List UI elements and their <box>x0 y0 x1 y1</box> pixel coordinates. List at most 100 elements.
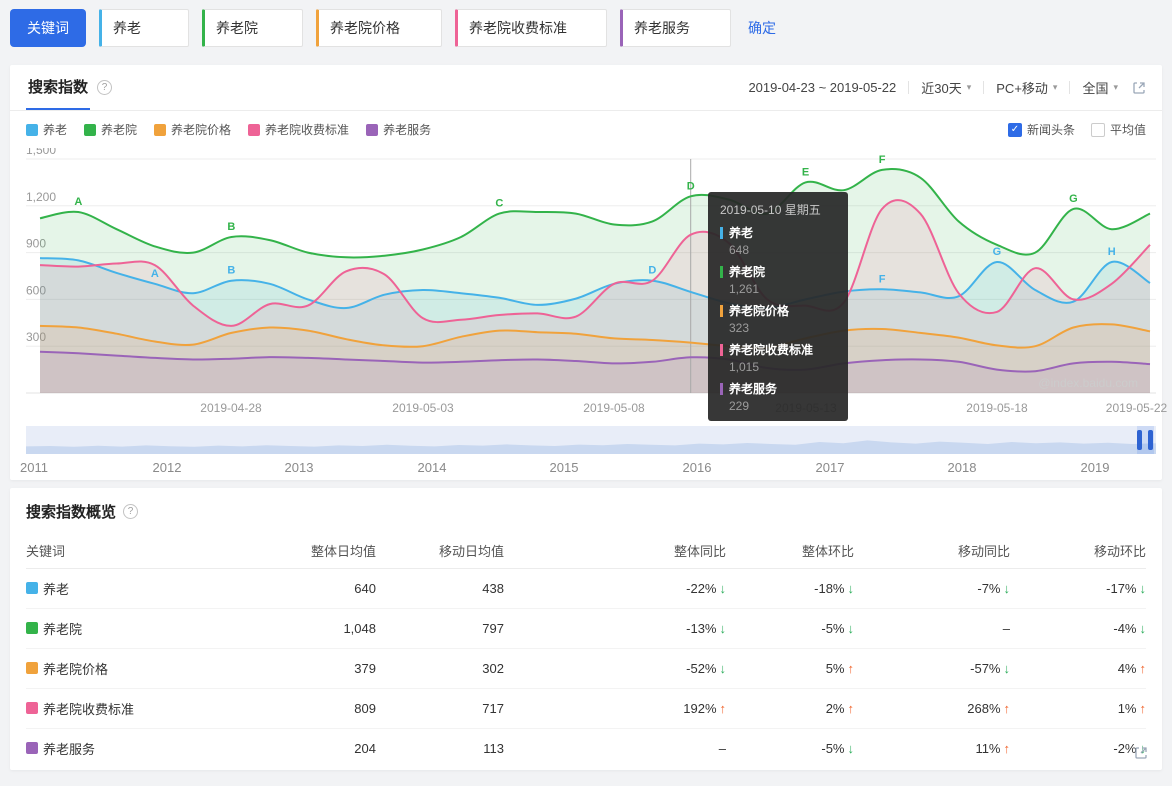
timeline-slider[interactable] <box>26 426 1156 454</box>
legend-label: 养老院 <box>101 123 138 137</box>
pct-cell-2: 5% ↑ <box>726 648 855 689</box>
table-header-row: 关键词 整体日均值 移动日均值 整体同比 整体环比 移动同比 移动环比 <box>26 534 1146 569</box>
help-icon[interactable]: ? <box>97 80 113 95</box>
pct-cell-2: -5% ↓ <box>726 728 854 768</box>
pct-empty: – <box>718 740 726 756</box>
legend-color-chip <box>84 123 97 136</box>
watermark: @index.baidu.com <box>1038 376 1138 390</box>
keyword-cell-inner: 养老院价格 <box>26 659 264 678</box>
mobile-avg-cell: 797 <box>376 608 504 649</box>
overall-avg-cell: 640 <box>264 568 376 609</box>
column-header-5: 整体环比 <box>726 534 854 569</box>
keyword-cell-inner: 养老院收费标准 <box>26 699 264 718</box>
timeline-year: 2018 <box>947 460 977 475</box>
down-arrow-icon: ↓ <box>847 580 855 596</box>
legend-item[interactable]: 养老院价格 <box>154 121 231 138</box>
chart-options: ✓ 新闻头条 平均值 <box>1007 121 1146 138</box>
checkbox-option[interactable]: ✓ 新闻头条 <box>1007 121 1075 138</box>
mobile-avg-cell: 302 <box>376 648 504 689</box>
device-dropdown[interactable]: PC+移动 ▾ <box>996 78 1057 97</box>
tooltip-color-bar <box>720 382 723 395</box>
keyword-cell: 养老院收费标准 <box>26 688 264 729</box>
keyword-input-5[interactable]: 养老服务 <box>620 9 731 47</box>
legend-item[interactable]: 养老服务 <box>366 121 431 138</box>
x-axis-label: 2019-05-18 <box>966 401 1028 415</box>
svg-text:A: A <box>74 196 82 208</box>
external-link-icon[interactable] <box>1132 81 1146 95</box>
legend-item[interactable]: 养老院 <box>84 121 137 138</box>
table-row[interactable]: 养老院价格 379 302 -52% ↓ 5% ↑ -57% ↓ 4% ↑ <box>26 648 1146 689</box>
pct-cell-4: 1% ↑ <box>1010 688 1146 729</box>
table-row[interactable]: 养老院收费标准 809 717 192% ↑ 2% ↑ 268% ↑ 1% ↑ <box>26 688 1146 729</box>
pct-value: 4% <box>1117 660 1137 676</box>
table-row[interactable]: 养老院 1,048 797 -13% ↓ -5% ↓ – -4% ↓ <box>26 608 1146 649</box>
table-title: 搜索指数概览 <box>26 503 117 521</box>
x-axis-label: 2019-05-08 <box>583 401 645 415</box>
tooltip-item: 养老院价格 323 <box>720 302 836 335</box>
region-dropdown[interactable]: 全国 ▾ <box>1082 78 1118 97</box>
legend-label: 养老院价格 <box>171 123 232 137</box>
column-header-6: 移动同比 <box>854 534 1010 569</box>
divider <box>1069 81 1071 94</box>
legend-item[interactable]: 养老院收费标准 <box>248 121 349 138</box>
svg-text:B: B <box>227 221 235 233</box>
chart-card-header: 搜索指数 ? 2019-04-23 ~ 2019-05-22 近30天 ▾ PC… <box>10 65 1162 111</box>
confirm-link[interactable]: 确定 <box>748 18 776 38</box>
slider-handle-right[interactable] <box>1148 430 1153 450</box>
tooltip-value: 323 <box>729 321 750 335</box>
overall-avg-cell: 809 <box>264 688 376 729</box>
svg-text:H: H <box>1108 246 1116 258</box>
tab-search-index[interactable]: 搜索指数 <box>26 65 91 110</box>
legend-color-chip <box>366 123 379 136</box>
column-header-7: 移动环比 <box>1010 534 1146 569</box>
tooltip-date: 2019-05-10 星期五 <box>720 203 821 217</box>
keyword-input-3[interactable]: 养老院价格 <box>316 9 442 47</box>
chart-controls: 2019-04-23 ~ 2019-05-22 近30天 ▾ PC+移动 ▾ 全… <box>748 78 1146 97</box>
down-arrow-icon: ↓ <box>1139 580 1147 596</box>
x-axis-label: 2019-05-03 <box>392 401 454 415</box>
svg-text:D: D <box>687 180 695 192</box>
keyword-name: 养老 <box>43 581 70 597</box>
checkbox-option[interactable]: 平均值 <box>1090 121 1146 138</box>
keyword-name: 养老院收费标准 <box>43 701 135 717</box>
pct-value: 268% <box>967 700 1001 716</box>
tooltip-keyword: 养老院 <box>720 263 836 280</box>
table-help-icon[interactable]: ? <box>123 503 139 519</box>
keyword-input-1[interactable]: 养老 <box>99 9 189 47</box>
pct-cell-2: 2% ↑ <box>726 688 855 729</box>
up-arrow-icon: ↑ <box>847 660 855 676</box>
keyword-input-2[interactable]: 养老院 <box>202 9 303 47</box>
checkbox-label: 平均值 <box>1109 123 1146 137</box>
table-row[interactable]: 养老服务 204 113– -5% ↓ 11% ↑ -2% ↓ <box>26 728 1146 768</box>
trend-chart[interactable]: 300 600 900 1,200 1,500 A B D F G H A B C D E F G 2019-05… <box>26 148 1156 421</box>
pct-value: -5% <box>821 620 845 636</box>
table-external-link-icon[interactable] <box>1134 746 1148 760</box>
divider <box>983 81 985 94</box>
checked-checkbox-icon[interactable]: ✓ <box>1007 122 1022 137</box>
legend-color-chip <box>248 123 261 136</box>
slider-handle-left[interactable] <box>1137 430 1142 450</box>
divider <box>908 81 910 94</box>
legend-label: 养老 <box>43 123 68 137</box>
svg-text:G: G <box>993 246 1002 258</box>
svg-text:G: G <box>1069 193 1078 205</box>
svg-text:A: A <box>151 268 159 280</box>
pct-cell-2: -5% ↓ <box>726 608 854 649</box>
down-arrow-icon: ↓ <box>1003 660 1011 676</box>
unchecked-checkbox-icon[interactable] <box>1090 122 1105 137</box>
up-arrow-icon: ↑ <box>847 700 855 716</box>
tooltip-keyword-name: 养老院收费标准 <box>729 343 814 357</box>
time-range-dropdown[interactable]: 近30天 ▾ <box>921 78 971 97</box>
x-axis-label: 2019-04-28 <box>200 401 262 415</box>
column-header-4: 整体同比 <box>504 534 726 569</box>
tooltip-value: 229 <box>729 399 750 413</box>
keyword-name: 养老院价格 <box>43 661 109 677</box>
legend-item[interactable]: 养老 <box>26 121 67 138</box>
keyword-input-4[interactable]: 养老院收费标准 <box>455 9 607 47</box>
keyword-button[interactable]: 关键词 <box>10 9 86 47</box>
pct-cell-1: -52% ↓ <box>504 648 726 689</box>
pct-value: -52% <box>686 660 717 676</box>
table-row[interactable]: 养老 640 438 -22% ↓ -18% ↓ -7% ↓ -17% ↓ <box>26 568 1147 609</box>
date-range: 2019-04-23 ~ 2019-05-22 <box>748 80 897 95</box>
pct-empty: – <box>1002 620 1010 636</box>
